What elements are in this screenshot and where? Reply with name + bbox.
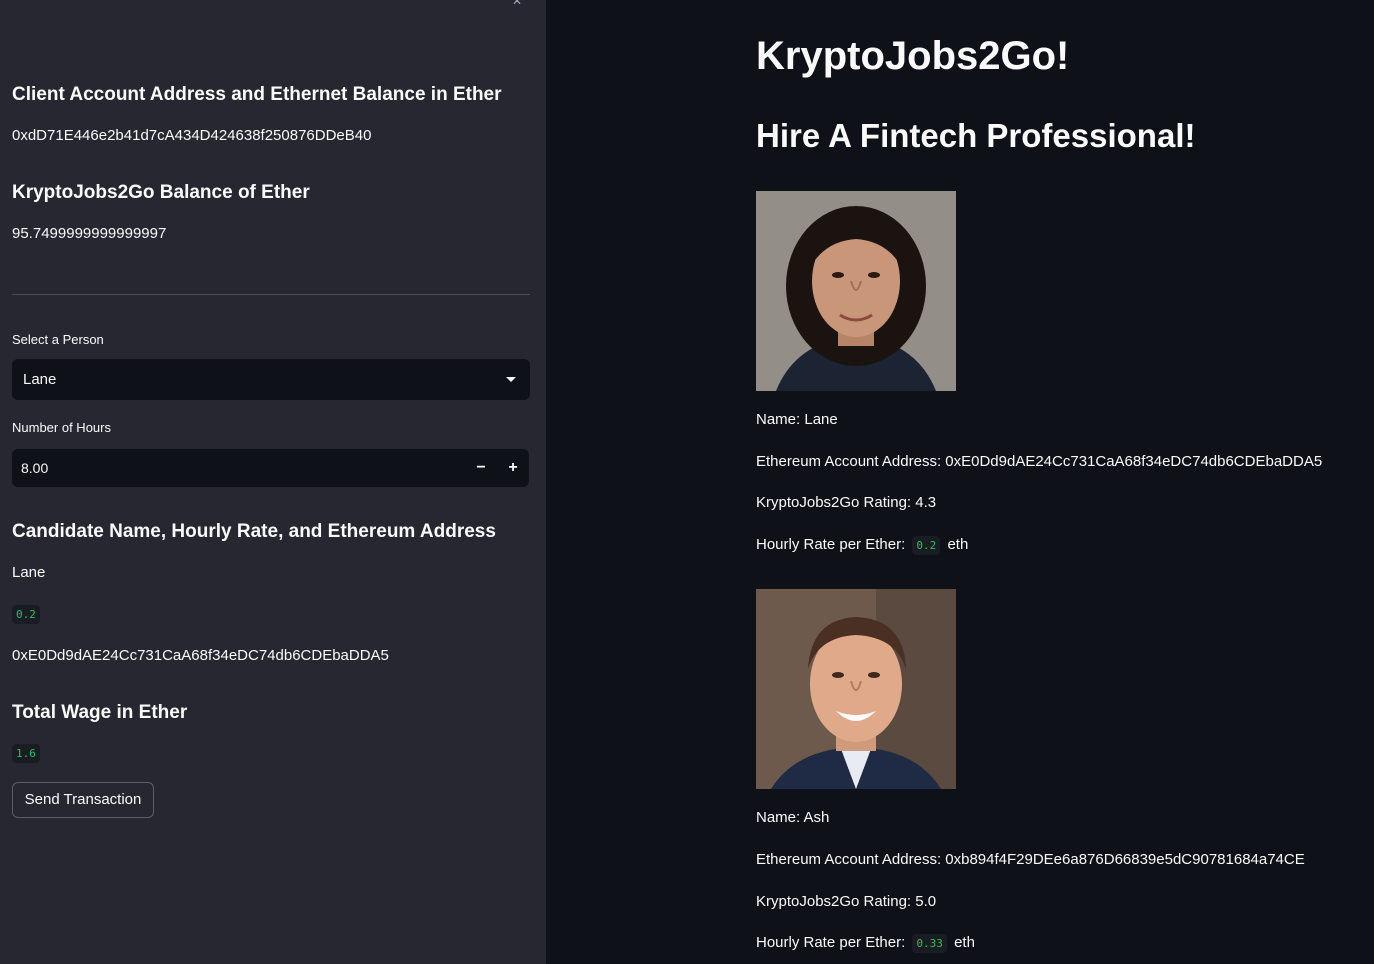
rate-unit: eth (954, 934, 975, 951)
rate-unit: eth (947, 536, 969, 553)
candidate-name-lane: Name: Lane (756, 411, 838, 428)
select-person-dropdown[interactable]: Lane (12, 359, 530, 400)
sidebar-divider (12, 294, 530, 295)
select-person-value: Lane (23, 371, 57, 388)
rate-value: 0.2 (912, 536, 941, 555)
decrement-button[interactable]: − (468, 455, 494, 481)
increment-button[interactable]: + (500, 455, 526, 481)
hours-value[interactable]: 8.00 (21, 460, 48, 476)
candidate-rate-row-lane: Hourly Rate per Ether: 0.2 eth (756, 536, 969, 555)
page-subtitle: Hire A Fintech Professional! (756, 117, 1196, 154)
rate-label: Hourly Rate per Ether: (756, 934, 906, 951)
hours-label: Number of Hours (12, 420, 111, 435)
total-wage-value: 1.6 (12, 744, 40, 763)
candidate-rate-row-ash: Hourly Rate per Ether: 0.33 eth (756, 934, 975, 953)
balance-heading: KryptoJobs2Go Balance of Ether (12, 182, 310, 203)
candidate-heading: Candidate Name, Hourly Rate, and Ethereu… (12, 521, 496, 542)
candidate-rating-ash: KryptoJobs2Go Rating: 5.0 (756, 893, 937, 910)
rate-value: 0.33 (912, 934, 947, 953)
candidate-address-ash: Ethereum Account Address: 0xb894f4F29DEe… (756, 851, 1305, 868)
chevron-down-icon (506, 377, 516, 382)
balance-value: 95.7499999999999997 (12, 225, 167, 242)
candidate-rate: 0.2 (12, 605, 40, 624)
send-transaction-button[interactable]: Send Transaction (12, 782, 154, 818)
candidate-rate-wrapper: 0.2 (12, 605, 40, 624)
candidate-photo-ash (756, 589, 956, 789)
candidate-name-ash: Name: Ash (756, 809, 830, 826)
collapse-sidebar-icon[interactable]: ✕ (512, 0, 522, 8)
candidate-address: 0xE0Dd9dAE24Cc731CaA68f34eDC74db6CDEbaDD… (12, 647, 389, 664)
client-account-heading: Client Account Address and Ethernet Bala… (12, 84, 502, 105)
sidebar: ✕ Client Account Address and Ethernet Ba… (0, 0, 546, 964)
candidate-rating-lane: KryptoJobs2Go Rating: 4.3 (756, 494, 937, 511)
rate-label: Hourly Rate per Ether: (756, 536, 906, 553)
candidate-photo-lane (756, 191, 956, 391)
client-account-address: 0xdD71E446e2b41d7cA434D424638f250876DDeB… (12, 127, 372, 144)
candidate-name: Lane (12, 564, 46, 581)
candidate-address-lane: Ethereum Account Address: 0xE0Dd9dAE24Cc… (756, 453, 1323, 470)
page-title: KryptoJobs2Go! (756, 34, 1070, 78)
hours-number-input[interactable]: 8.00 − + (12, 449, 529, 487)
total-wage-heading: Total Wage in Ether (12, 702, 188, 723)
total-wage-wrapper: 1.6 (12, 744, 40, 763)
select-person-label: Select a Person (12, 332, 104, 347)
